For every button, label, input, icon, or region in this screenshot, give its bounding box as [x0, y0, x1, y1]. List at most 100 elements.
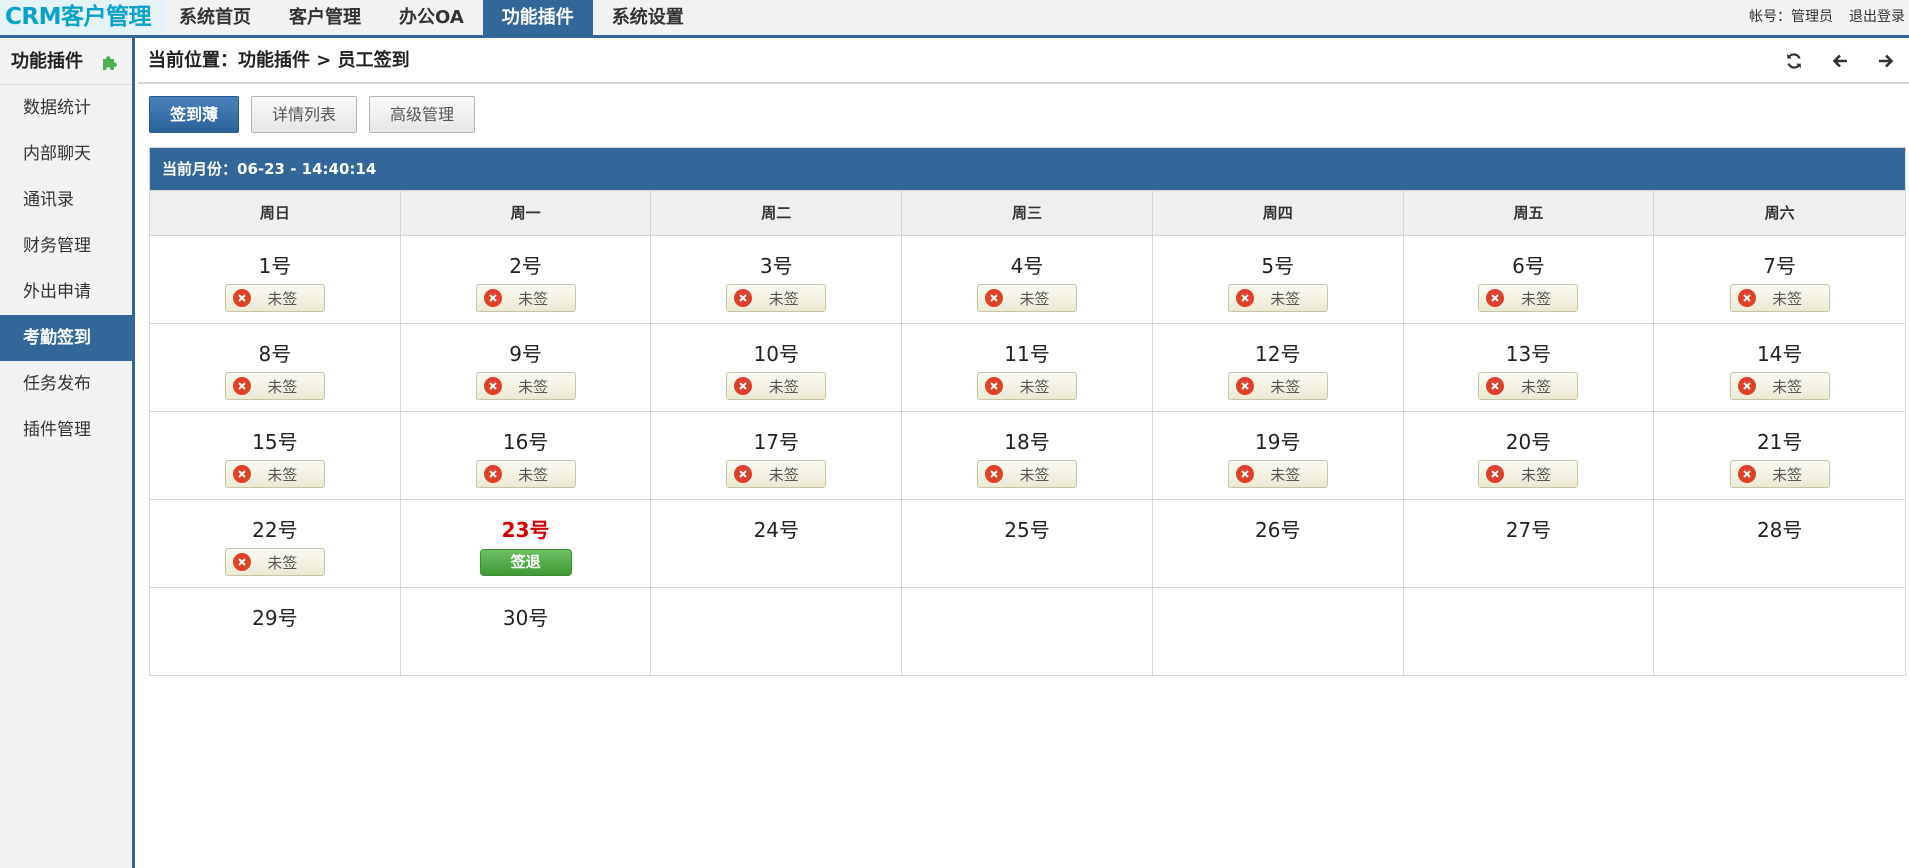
tab-sign-book[interactable]: 签到薄: [149, 96, 240, 133]
weekday-label: 周一: [400, 190, 652, 235]
unsigned-button[interactable]: 未签: [224, 284, 325, 312]
day-number: 29号: [252, 606, 298, 630]
unsigned-button[interactable]: 未签: [1478, 460, 1579, 488]
breadcrumb-bar: 当前位置：功能插件 > 员工签到: [138, 38, 1909, 84]
unsigned-button[interactable]: 未签: [977, 372, 1078, 400]
nav-item-customers[interactable]: 客户管理: [270, 0, 380, 35]
close-circle-icon: [1737, 289, 1756, 307]
day-number: 8号: [258, 342, 292, 366]
arrow-left-icon[interactable]: [1817, 38, 1863, 84]
unsigned-button[interactable]: 未签: [1227, 460, 1328, 488]
calendar-day-cell: 4号 未签: [902, 235, 1153, 323]
unsigned-label: 未签: [518, 289, 549, 308]
day-number: 15号: [252, 430, 298, 454]
unsigned-button[interactable]: 未签: [726, 372, 827, 400]
unsigned-label: 未签: [267, 289, 298, 308]
sidebar-item-outing[interactable]: 外出申请: [0, 269, 132, 315]
unsigned-label: 未签: [267, 377, 298, 396]
unsigned-label: 未签: [1270, 465, 1301, 484]
calendar-day-cell: 26号: [1152, 499, 1404, 587]
sidebar-item-contacts[interactable]: 通讯录: [0, 177, 132, 223]
day-number: 23号: [501, 518, 550, 542]
unsigned-button[interactable]: 未签: [977, 460, 1078, 488]
calendar-day-cell: 12号未签: [1152, 323, 1404, 411]
day-number: 2号: [509, 254, 542, 278]
day-number: 13号: [1505, 342, 1552, 366]
day-number: 25号: [1004, 518, 1050, 542]
unsigned-button[interactable]: 未签: [1729, 284, 1830, 312]
attendance-calendar: 当前月份：06-23 - 14:40:14 周日 周一 周二 周三 周四 周五 …: [149, 147, 1906, 676]
unsigned-button[interactable]: 未签: [475, 460, 576, 488]
unsigned-label: 未签: [1019, 289, 1050, 308]
unsigned-button[interactable]: 未签: [224, 548, 325, 576]
calendar-day-cell: 30号: [400, 587, 652, 675]
calendar-day-cell: 21号 未签: [1654, 411, 1906, 499]
unsigned-button[interactable]: 未签: [1478, 372, 1579, 400]
day-number: 7号: [1763, 254, 1797, 278]
close-circle-icon: [483, 465, 502, 483]
weekday-label: 周六: [1654, 190, 1906, 235]
unsigned-button[interactable]: 未签: [224, 372, 325, 400]
calendar-day-cell: 19号 未签: [1152, 411, 1404, 499]
calendar-day-cell: 3号 未签: [651, 235, 903, 323]
calendar-day-cell: [1152, 587, 1404, 675]
close-circle-icon: [1235, 465, 1254, 483]
sign-out-button[interactable]: 签退: [479, 549, 572, 576]
calendar-weeks: 1号 未签 2号 未签 3号 未签 4号 未签 5号 未签 6号 未签 7号 未签 8号 未签 9号 未签 10号未…: [150, 235, 1906, 675]
unsigned-button[interactable]: 未签: [1478, 284, 1579, 312]
unsigned-button[interactable]: 未签: [1227, 372, 1328, 400]
top-bar: CRM客户管理 系统首页 客户管理 办公OA 功能插件 系统设置 帐号：管理员 …: [0, 0, 1909, 38]
nav-item-office[interactable]: 办公OA: [380, 0, 483, 35]
unsigned-button[interactable]: 未签: [1227, 284, 1328, 312]
calendar-day-cell: 29号: [150, 587, 401, 675]
unsigned-label: 未签: [1019, 465, 1050, 484]
calendar-day-cell: 2号未签: [400, 235, 652, 323]
unsigned-label: 未签: [1520, 377, 1551, 396]
unsigned-label: 未签: [1772, 465, 1803, 484]
unsigned-button[interactable]: 未签: [475, 372, 576, 400]
refresh-icon[interactable]: [1771, 38, 1817, 84]
page-tools: [1771, 38, 1909, 84]
day-number: 22号: [252, 518, 298, 542]
close-circle-icon: [232, 465, 251, 483]
unsigned-label: 未签: [1270, 289, 1301, 308]
close-circle-icon: [734, 465, 753, 483]
calendar-day-cell: [651, 587, 903, 675]
unsigned-button[interactable]: 未签: [224, 460, 325, 488]
calendar-day-cell: [902, 587, 1153, 675]
sidebar-item-attendance[interactable]: 考勤签到: [0, 315, 132, 361]
sidebar-item-chat[interactable]: 内部聊天: [0, 131, 132, 177]
calendar-day-cell: 17号 未签: [651, 411, 903, 499]
nav-item-home[interactable]: 系统首页: [160, 0, 270, 35]
nav-item-settings[interactable]: 系统设置: [593, 0, 703, 35]
account-label[interactable]: 帐号：管理员: [1749, 0, 1833, 35]
arrow-right-icon[interactable]: [1863, 38, 1909, 84]
sidebar-item-finance[interactable]: 财务管理: [0, 223, 132, 269]
unsigned-button[interactable]: 未签: [475, 284, 576, 312]
close-circle-icon: [232, 377, 251, 395]
close-circle-icon: [483, 377, 502, 395]
unsigned-button[interactable]: 未签: [977, 284, 1078, 312]
unsigned-button[interactable]: 未签: [726, 284, 827, 312]
tab-advanced[interactable]: 高级管理: [369, 96, 476, 133]
unsigned-button[interactable]: 未签: [1729, 372, 1830, 400]
sidebar-item-tasks[interactable]: 任务发布: [0, 361, 132, 407]
weekday-label: 周四: [1152, 190, 1404, 235]
close-circle-icon: [1737, 465, 1756, 483]
logout-link[interactable]: 退出登录: [1849, 0, 1905, 35]
calendar-day-cell: 18号 未签: [902, 411, 1153, 499]
day-number: 12号: [1255, 342, 1301, 366]
unsigned-button[interactable]: 未签: [1729, 460, 1830, 488]
sidebar-item-stats[interactable]: 数据统计: [0, 85, 132, 131]
nav-item-plugins[interactable]: 功能插件: [482, 0, 593, 35]
close-circle-icon: [1486, 289, 1505, 307]
sidebar-item-plugin-admin[interactable]: 插件管理: [0, 407, 132, 453]
calendar-day-cell: [1403, 587, 1655, 675]
sidebar: 功能插件 数据统计 内部聊天 通讯录 财务管理 外出申请 考勤签到 任务发布 插…: [0, 38, 135, 868]
unsigned-label: 未签: [518, 377, 549, 396]
calendar-day-cell: 24号: [651, 499, 903, 587]
tab-detail-list[interactable]: 详情列表: [251, 96, 358, 133]
close-circle-icon: [734, 289, 753, 307]
unsigned-button[interactable]: 未签: [726, 460, 827, 488]
app-logo[interactable]: CRM客户管理: [0, 0, 165, 35]
